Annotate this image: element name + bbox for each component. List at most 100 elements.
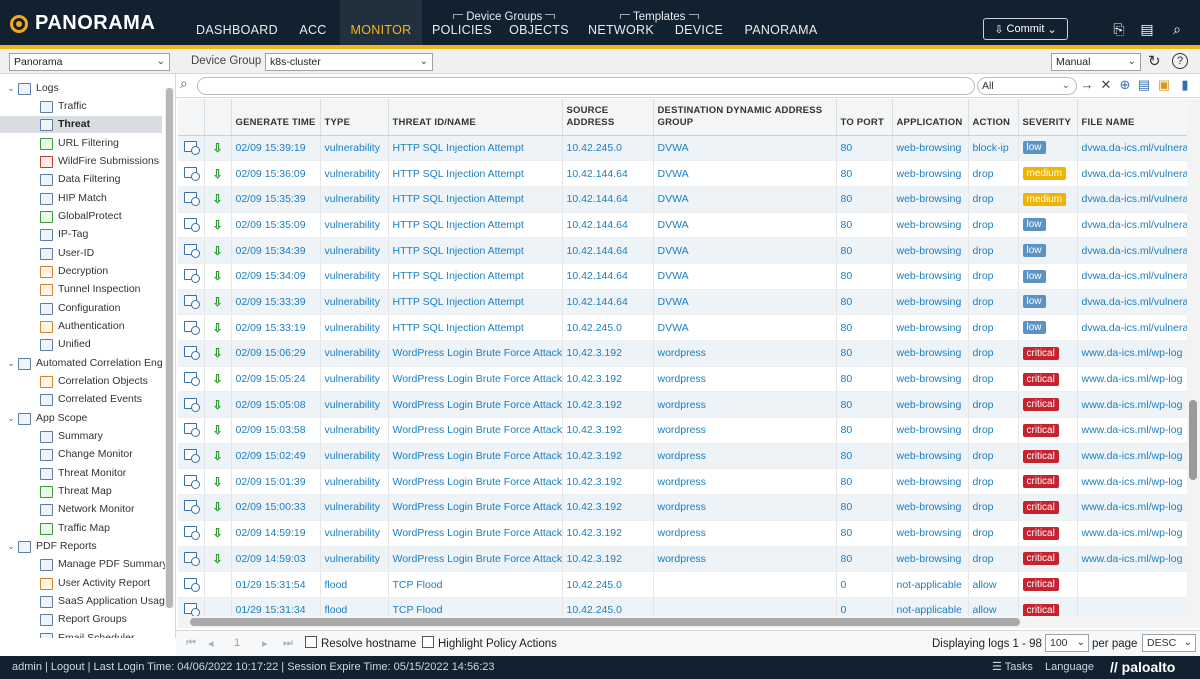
generate-time-cell[interactable]: 02/09 15:34:39: [231, 237, 321, 264]
application-cell[interactable]: web-browsing: [892, 468, 969, 496]
next-page-icon[interactable]: ▸: [262, 637, 268, 650]
download-pcap-icon[interactable]: ⇩: [212, 192, 222, 206]
download-cell[interactable]: ⇩: [204, 289, 232, 316]
sidebar-group-logs[interactable]: ⌄ Logs: [6, 80, 59, 97]
log-detail-icon[interactable]: [184, 320, 201, 335]
detail-cell[interactable]: [178, 494, 205, 521]
file-name-cell[interactable]: www.da-ics.ml/wp-log: [1077, 366, 1187, 393]
download-cell[interactable]: ⇩: [204, 366, 232, 393]
table-scrollbar-thumb[interactable]: [1189, 400, 1197, 480]
language-link[interactable]: Language: [1045, 656, 1094, 679]
log-detail-icon[interactable]: [184, 269, 201, 284]
source-address-cell[interactable]: 10.42.3.192: [562, 494, 654, 521]
sidebar-item-network-monitor[interactable]: Network Monitor: [40, 501, 134, 518]
sidebar-item-threat-monitor[interactable]: Threat Monitor: [40, 465, 126, 482]
type-cell[interactable]: vulnerability: [320, 443, 389, 470]
generate-time-cell[interactable]: 02/09 15:33:19: [231, 314, 321, 341]
download-pcap-icon[interactable]: ⇩: [212, 141, 222, 155]
sidebar-item-hip-match[interactable]: HIP Match: [40, 190, 107, 207]
download-pcap-icon[interactable]: ⇩: [212, 372, 222, 386]
download-pcap-icon[interactable]: ⇩: [212, 398, 222, 412]
type-cell[interactable]: vulnerability: [320, 237, 389, 264]
sidebar-item-unified[interactable]: Unified: [40, 336, 91, 353]
sidebar-item-ip-tag[interactable]: IP-Tag: [40, 226, 88, 243]
page-number[interactable]: 1: [234, 637, 240, 649]
download-pcap-icon[interactable]: ⇩: [212, 552, 222, 566]
destination-dag-cell[interactable]: DVWA: [653, 237, 837, 264]
application-cell[interactable]: web-browsing: [892, 186, 969, 213]
download-cell[interactable]: ⇩: [204, 263, 232, 290]
type-cell[interactable]: vulnerability: [320, 289, 389, 316]
download-cell[interactable]: ⇩: [204, 546, 232, 573]
action-cell[interactable]: drop: [968, 263, 1019, 290]
save-config-icon[interactable]: ▤: [1138, 20, 1156, 38]
first-page-icon[interactable]: ⏮: [186, 637, 196, 650]
source-address-cell[interactable]: 10.42.144.64: [562, 186, 654, 213]
file-name-cell[interactable]: dvwa.da-ics.ml/vulnera: [1077, 263, 1187, 290]
table-scrollbar-track[interactable]: [1187, 99, 1200, 628]
search-icon[interactable]: ⌕: [1168, 20, 1186, 38]
table-row[interactable]: ⇩ 02/09 15:05:24 vulnerability WordPress Lo…: [178, 366, 1187, 393]
threat-name-cell[interactable]: HTTP SQL Injection Attempt: [388, 186, 563, 213]
table-row[interactable]: ⇩ 02/09 15:35:39 vulnerability HTTP SQL Inj…: [178, 186, 1187, 213]
detail-cell[interactable]: [178, 212, 205, 239]
file-name-cell[interactable]: www.da-ics.ml/wp-log: [1077, 546, 1187, 573]
generate-time-cell[interactable]: 02/09 15:35:09: [231, 212, 321, 239]
download-cell[interactable]: ⇩: [204, 520, 232, 547]
detail-cell[interactable]: [178, 186, 205, 213]
source-address-cell[interactable]: 10.42.144.64: [562, 212, 654, 239]
sidebar-item-data-filtering[interactable]: Data Filtering: [40, 171, 120, 188]
file-name-cell[interactable]: www.da-ics.ml/wp-log: [1077, 468, 1187, 496]
col-to-port[interactable]: TO PORT: [836, 99, 893, 136]
action-cell[interactable]: drop: [968, 546, 1019, 573]
detail-cell[interactable]: [178, 468, 205, 496]
action-cell[interactable]: drop: [968, 494, 1019, 521]
source-address-cell[interactable]: 10.42.144.64: [562, 289, 654, 316]
table-row[interactable]: ⇩ 02/09 15:06:29 vulnerability WordPress Lo…: [178, 340, 1187, 367]
table-row[interactable]: ⇩ 02/09 15:34:09 vulnerability HTTP SQL Inj…: [178, 263, 1187, 290]
tab-objects[interactable]: OBJECTS: [508, 0, 570, 45]
threat-name-cell[interactable]: HTTP SQL Injection Attempt: [388, 289, 563, 316]
col-file-name[interactable]: FILE NAME: [1077, 99, 1187, 136]
application-cell[interactable]: web-browsing: [892, 212, 969, 239]
table-row[interactable]: ⇩ 02/09 14:59:19 vulnerability WordPress Lo…: [178, 520, 1187, 547]
destination-dag-cell[interactable]: DVWA: [653, 314, 837, 341]
col-action[interactable]: ACTION: [968, 99, 1019, 136]
threat-name-cell[interactable]: HTTP SQL Injection Attempt: [388, 160, 563, 187]
application-cell[interactable]: web-browsing: [892, 135, 969, 162]
application-cell[interactable]: web-browsing: [892, 520, 969, 547]
type-cell[interactable]: vulnerability: [320, 212, 389, 239]
sidebar-item-configuration[interactable]: Configuration: [40, 300, 120, 317]
table-row[interactable]: ⇩ 02/09 15:36:09 vulnerability HTTP SQL Inj…: [178, 160, 1187, 187]
download-pcap-icon[interactable]: ⇩: [212, 449, 222, 463]
generate-time-cell[interactable]: 02/09 15:01:39: [231, 468, 321, 496]
log-detail-icon[interactable]: [184, 474, 201, 489]
threat-name-cell[interactable]: HTTP SQL Injection Attempt: [388, 212, 563, 239]
type-cell[interactable]: vulnerability: [320, 417, 389, 444]
download-pcap-icon[interactable]: ⇩: [212, 526, 222, 540]
action-cell[interactable]: drop: [968, 340, 1019, 367]
device-group-select[interactable]: k8s-cluster ⌄: [265, 53, 433, 71]
file-name-cell[interactable]: www.da-ics.ml/wp-log: [1077, 340, 1187, 367]
generate-time-cell[interactable]: 02/09 15:39:19: [231, 135, 321, 162]
file-name-cell[interactable]: dvwa.da-ics.ml/vulnera: [1077, 237, 1187, 264]
destination-dag-cell[interactable]: wordpress: [653, 520, 837, 547]
log-detail-icon[interactable]: [184, 217, 201, 232]
refresh-icon[interactable]: ↻: [1148, 52, 1161, 70]
detail-cell[interactable]: [178, 366, 205, 393]
action-cell[interactable]: drop: [968, 520, 1019, 547]
log-detail-icon[interactable]: [184, 423, 201, 438]
source-address-cell[interactable]: 10.42.144.64: [562, 263, 654, 290]
type-cell[interactable]: vulnerability: [320, 520, 389, 547]
sidebar-group-pdf-reports[interactable]: ⌄ PDF Reports: [6, 538, 97, 555]
table-row[interactable]: ⇩ 02/09 15:33:19 vulnerability HTTP SQL Inj…: [178, 314, 1187, 341]
action-cell[interactable]: drop: [968, 237, 1019, 264]
tab-dashboard[interactable]: DASHBOARD: [196, 0, 278, 45]
type-cell[interactable]: vulnerability: [320, 391, 389, 419]
generate-time-cell[interactable]: 02/09 15:02:49: [231, 443, 321, 470]
download-pcap-icon[interactable]: ⇩: [212, 167, 222, 181]
file-name-cell[interactable]: www.da-ics.ml/wp-log: [1077, 494, 1187, 521]
type-cell[interactable]: vulnerability: [320, 468, 389, 496]
file-name-cell[interactable]: www.da-ics.ml/wp-log: [1077, 520, 1187, 547]
file-name-cell[interactable]: dvwa.da-ics.ml/vulnera: [1077, 212, 1187, 239]
